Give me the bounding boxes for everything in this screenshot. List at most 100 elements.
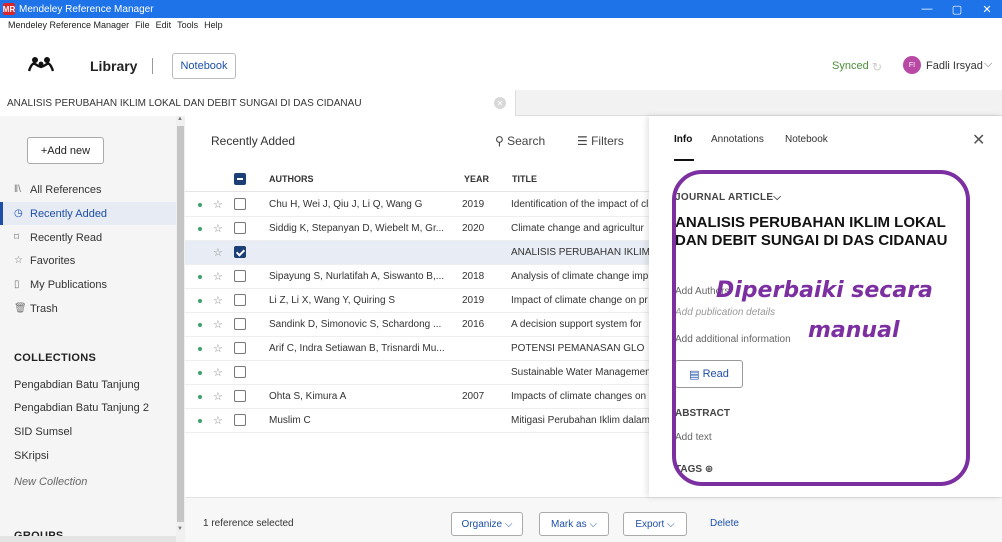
row-checkbox[interactable] [234, 318, 246, 330]
row-title: A decision support system for [511, 319, 642, 330]
collection-item[interactable]: SID Sumsel [14, 426, 72, 438]
row-title: ANALISIS PERUBAHAN IKLIM [511, 247, 649, 258]
sidebar-scrollbar[interactable]: ▲ ▼ [176, 116, 185, 542]
search-button[interactable]: ⚲ Search [495, 134, 545, 148]
table-row[interactable]: ☆ Sustainable Water Managemen [185, 361, 649, 385]
row-checkbox[interactable] [234, 270, 246, 282]
menu-app[interactable]: Mendeley Reference Manager [8, 20, 129, 30]
row-authors: Siddig K, Stepanyan D, Wiebelt M, Gr... [269, 223, 445, 234]
favorite-star-icon[interactable]: ☆ [213, 318, 223, 331]
app-header: Library Notebook Synced ↻ FI Fadli Irsya… [0, 32, 1002, 90]
filters-button[interactable]: ☰ Filters [577, 134, 624, 148]
column-authors[interactable]: AUTHORS [269, 174, 314, 184]
sidebar-item-favorites[interactable]: ☆ Favorites [0, 249, 176, 272]
menu-tools[interactable]: Tools [177, 20, 198, 30]
tab-annotations[interactable]: Annotations [711, 134, 764, 145]
mark-as-button[interactable]: Mark as ⌵ [539, 512, 609, 536]
sidebar-horizontal-scrollbar[interactable] [0, 536, 176, 542]
close-icon[interactable]: ✕ [972, 130, 985, 150]
annotation-text-line2: manual [808, 318, 900, 343]
organize-button[interactable]: Organize ⌵ [451, 512, 523, 536]
favorite-star-icon[interactable]: ☆ [213, 414, 223, 427]
table-header: AUTHORS YEAR TITLE [185, 166, 649, 192]
column-title[interactable]: TITLE [512, 174, 537, 184]
row-checkbox[interactable] [234, 366, 246, 378]
sidebar-scroll-thumb[interactable] [177, 126, 184, 522]
tab-notebook[interactable]: Notebook [785, 134, 828, 145]
row-checkbox[interactable] [234, 198, 246, 210]
tab-info[interactable]: Info [674, 134, 692, 145]
row-title: Climate change and agricultur [511, 223, 644, 234]
unread-dot-icon [198, 227, 202, 231]
close-tab-icon[interactable]: ✕ [494, 97, 506, 109]
favorite-star-icon[interactable]: ☆ [213, 198, 223, 211]
table-row[interactable]: ☆ ANALISIS PERUBAHAN IKLIM [185, 241, 649, 265]
collection-item[interactable]: Pengabdian Batu Tanjung [14, 379, 140, 391]
notebook-button[interactable]: Notebook [172, 53, 236, 79]
sidebar-item-recently-added[interactable]: ◷ Recently Added [0, 202, 176, 225]
row-authors: Ohta S, Kimura A [269, 391, 347, 402]
sidebar-item-all-references[interactable]: ‖\ All References [0, 178, 176, 201]
publication-icon: ▯ [14, 279, 20, 290]
row-checkbox[interactable] [234, 294, 246, 306]
unread-dot-icon [198, 419, 202, 423]
annotation-text-line1: Diperbaiki secara [716, 278, 933, 303]
scroll-up-icon[interactable]: ▲ [177, 116, 183, 122]
menu-file[interactable]: File [135, 20, 150, 30]
menu-help[interactable]: Help [204, 20, 223, 30]
export-button[interactable]: Export ⌵ [623, 512, 687, 536]
table-row[interactable]: ☆ Siddig K, Stepanyan D, Wiebelt M, Gr...… [185, 217, 649, 241]
minimize-button[interactable]: — [912, 0, 942, 18]
table-row[interactable]: ☆ Ohta S, Kimura A 2007 Impacts of climate … [185, 385, 649, 409]
favorite-star-icon[interactable]: ☆ [213, 294, 223, 307]
chevron-down-icon[interactable]: ⌵ [984, 58, 992, 71]
row-title: Sustainable Water Managemen [511, 367, 649, 378]
row-checkbox[interactable] [234, 246, 246, 258]
close-window-button[interactable]: ✕ [972, 0, 1002, 18]
row-checkbox[interactable] [234, 342, 246, 354]
sidebar-item-recently-read[interactable]: ⌑ Recently Read [0, 226, 176, 249]
row-authors: Sipayung S, Nurlatifah A, Siswanto B,... [269, 271, 445, 282]
row-authors: Chu H, Wei J, Qiu J, Li Q, Wang G [269, 199, 423, 210]
table-row[interactable]: ☆ Muslim C Mitigasi Perubahan Iklim dalam [185, 409, 649, 433]
row-checkbox[interactable] [234, 414, 246, 426]
favorite-star-icon[interactable]: ☆ [213, 222, 223, 235]
row-checkbox[interactable] [234, 390, 246, 402]
favorite-star-icon[interactable]: ☆ [213, 342, 223, 355]
menu-edit[interactable]: Edit [156, 20, 172, 30]
row-year: 2007 [462, 391, 485, 402]
table-row[interactable]: ☆ Sandink D, Simonovic S, Schardong ... 20… [185, 313, 649, 337]
collection-item[interactable]: SKripsi [14, 450, 49, 462]
avatar[interactable]: FI [903, 56, 921, 74]
row-title: POTENSI PEMANASAN GLO [511, 343, 645, 354]
favorite-star-icon[interactable]: ☆ [213, 390, 223, 403]
scroll-down-icon[interactable]: ▼ [177, 526, 183, 532]
sidebar-item-trash[interactable]: 🗑 Trash [0, 297, 176, 320]
table-row[interactable]: ☆ Li Z, Li X, Wang Y, Quiring S 2019 Impact… [185, 289, 649, 313]
unread-dot-icon [198, 203, 202, 207]
bottom-action-bar: 1 reference selected Organize ⌵ Mark as … [185, 497, 1002, 542]
column-year[interactable]: YEAR [464, 174, 489, 184]
sync-icon[interactable]: ↻ [872, 60, 882, 74]
open-document-tab[interactable]: ANALISIS PERUBAHAN IKLIM LOKAL DAN DEBIT… [0, 90, 516, 116]
favorite-star-icon[interactable]: ☆ [213, 246, 223, 259]
add-new-button[interactable]: +Add new [27, 137, 104, 164]
sidebar-item-my-publications[interactable]: ▯ My Publications [0, 273, 176, 296]
row-checkbox[interactable] [234, 222, 246, 234]
collection-item[interactable]: Pengabdian Batu Tanjung 2 [14, 402, 149, 414]
favorite-star-icon[interactable]: ☆ [213, 366, 223, 379]
table-row[interactable]: ☆ Arif C, Indra Setiawan B, Trisnardi Mu.… [185, 337, 649, 361]
unread-dot-icon [198, 395, 202, 399]
filter-icon: ☰ [577, 134, 592, 148]
table-row[interactable]: ☆ Chu H, Wei J, Qiu J, Li Q, Wang G 2019 Id… [185, 193, 649, 217]
favorite-star-icon[interactable]: ☆ [213, 270, 223, 283]
table-row[interactable]: ☆ Sipayung S, Nurlatifah A, Siswanto B,..… [185, 265, 649, 289]
list-heading: Recently Added [211, 134, 296, 148]
user-name[interactable]: Fadli Irsyad [926, 60, 983, 72]
delete-button[interactable]: Delete [710, 518, 739, 529]
select-all-checkbox[interactable] [234, 173, 246, 185]
reference-list-panel: Recently Added ⚲ Search ☰ Filters AUTHOR… [185, 116, 649, 497]
title-bar: MR Mendeley Reference Manager — ▢ ✕ [0, 0, 1002, 18]
maximize-button[interactable]: ▢ [942, 0, 972, 18]
new-collection-link[interactable]: New Collection [14, 476, 87, 488]
